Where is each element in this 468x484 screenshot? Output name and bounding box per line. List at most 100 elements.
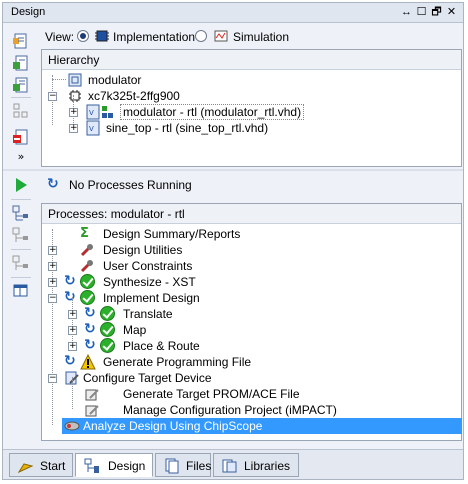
toolbar-separator bbox=[11, 97, 31, 98]
toolbar-separator bbox=[11, 277, 31, 278]
toolbar-separator bbox=[11, 199, 31, 200]
simulation-radio[interactable] bbox=[195, 30, 207, 42]
top-module-icon: V bbox=[86, 104, 113, 120]
svg-text:V: V bbox=[89, 109, 94, 117]
process-place-route[interactable]: + ↻ Place & Route bbox=[42, 338, 442, 354]
float-icon[interactable]: ↔ bbox=[401, 6, 412, 19]
collapse-icon[interactable]: − bbox=[48, 92, 57, 101]
panel-layout-icon[interactable] bbox=[12, 282, 30, 300]
warning-icon bbox=[80, 354, 96, 370]
maximize-icon[interactable]: 🗗 bbox=[431, 6, 442, 19]
process-translate[interactable]: + ↻ Translate bbox=[42, 306, 442, 322]
close-icon[interactable]: ✕ bbox=[446, 6, 457, 19]
expand-icon[interactable]: + bbox=[48, 262, 57, 271]
tree-item-device[interactable]: − xc7k325t-2ffg900 bbox=[42, 88, 442, 104]
processes-panel: Processes: modulator - rtl Σ Design Summ… bbox=[41, 203, 462, 441]
tab-files[interactable]: Files bbox=[155, 453, 211, 477]
process-manage-configuration[interactable]: Manage Configuration Project (iMPACT) bbox=[42, 402, 442, 418]
expand-icon[interactable]: + bbox=[48, 246, 57, 255]
side-toolbar: » bbox=[3, 24, 39, 444]
module-icon: V bbox=[86, 120, 100, 136]
add-copy-source-icon[interactable] bbox=[12, 76, 30, 94]
files-icon bbox=[165, 458, 179, 474]
process-generate-programming-file[interactable]: ↻ Generate Programming File bbox=[42, 354, 442, 370]
process-generate-prom[interactable]: Generate Target PROM/ACE File bbox=[42, 386, 442, 402]
process-status-text: No Processes Running bbox=[69, 178, 192, 192]
device-chip-icon bbox=[69, 90, 81, 102]
tools-icon bbox=[80, 244, 93, 257]
process-synthesize[interactable]: + ↻ Synthesize - XST bbox=[42, 274, 442, 290]
success-check-icon bbox=[100, 322, 115, 337]
rerun-icon: ↻ bbox=[64, 273, 76, 289]
success-check-icon bbox=[80, 290, 95, 305]
svg-text:V: V bbox=[89, 125, 94, 133]
window-controls: ↔ ☐ 🗗 ✕ bbox=[401, 6, 457, 19]
restore-icon[interactable]: ☐ bbox=[416, 6, 427, 19]
tree-item-sine-top[interactable]: + V sine_top - rtl (sine_top_rtl.vhd) bbox=[42, 120, 442, 136]
hierarchy-header: Hierarchy bbox=[42, 50, 461, 70]
success-check-icon bbox=[80, 274, 95, 289]
add-source-icon[interactable] bbox=[12, 54, 30, 72]
new-source-icon[interactable] bbox=[12, 32, 30, 50]
rerun-icon: ↻ bbox=[64, 353, 76, 369]
expand-icon[interactable]: + bbox=[68, 326, 77, 335]
simulation-icon bbox=[214, 30, 228, 42]
panel-tabs: Start Design Files Libraries bbox=[3, 449, 463, 479]
process-configure-target-device[interactable]: − Configure Target Device bbox=[42, 370, 442, 386]
simulation-label[interactable]: Simulation bbox=[233, 30, 289, 44]
hierarchy-panel: Hierarchy modulator − xc7k325t-2ffg900 +… bbox=[41, 49, 462, 167]
expand-icon[interactable]: + bbox=[69, 124, 78, 133]
rerun-icon: ↻ bbox=[84, 337, 96, 353]
process-implement-design[interactable]: − ↻ Implement Design bbox=[42, 290, 442, 306]
tab-libraries[interactable]: Libraries bbox=[213, 453, 299, 477]
collapse-icon[interactable]: − bbox=[48, 294, 57, 303]
design-panel: Design ↔ ☐ 🗗 ✕ » View: Implementation Si… bbox=[2, 2, 464, 480]
chipscope-icon bbox=[64, 421, 80, 431]
processes-header: Processes: modulator - rtl bbox=[42, 204, 461, 224]
start-icon bbox=[18, 463, 34, 474]
project-icon bbox=[68, 73, 82, 87]
process-design-utilities[interactable]: + Design Utilities bbox=[42, 242, 442, 258]
tree-item-modulator[interactable]: modulator bbox=[42, 72, 442, 88]
process-status: ↻ No Processes Running bbox=[41, 175, 461, 195]
tools-icon bbox=[80, 260, 93, 273]
panel-title: Design bbox=[11, 6, 46, 18]
refresh-icon: ↻ bbox=[47, 176, 59, 192]
impact-icon bbox=[85, 405, 99, 417]
process-map[interactable]: + ↻ Map bbox=[42, 322, 442, 338]
expand-icon[interactable]: + bbox=[69, 108, 78, 117]
rerun-icon: ↻ bbox=[84, 321, 96, 337]
process-analyze-chipscope[interactable]: Analyze Design Using ChipScope bbox=[42, 418, 462, 434]
expand-icon[interactable]: + bbox=[68, 342, 77, 351]
process-design-summary[interactable]: Σ Design Summary/Reports bbox=[42, 226, 442, 242]
expand-tree-icon[interactable] bbox=[12, 205, 30, 223]
collapse-tree-icon[interactable] bbox=[12, 227, 30, 245]
success-check-icon bbox=[100, 338, 115, 353]
libraries-icon bbox=[222, 459, 237, 473]
hierarchy-icon[interactable] bbox=[12, 102, 30, 120]
remove-source-icon[interactable] bbox=[12, 128, 30, 146]
chip-icon bbox=[95, 30, 109, 42]
implementation-radio[interactable] bbox=[77, 30, 89, 42]
view-label: View: bbox=[45, 30, 75, 44]
design-tab-icon bbox=[84, 458, 99, 473]
prom-icon bbox=[85, 389, 99, 401]
success-check-icon bbox=[100, 306, 115, 321]
tab-design[interactable]: Design bbox=[75, 453, 153, 477]
chevron-down-icon[interactable]: » bbox=[12, 150, 30, 168]
expand-icon[interactable]: + bbox=[68, 310, 77, 319]
rerun-icon: ↻ bbox=[84, 305, 96, 321]
splitter[interactable] bbox=[3, 169, 463, 171]
process-user-constraints[interactable]: + User Constraints bbox=[42, 258, 442, 274]
run-icon[interactable] bbox=[12, 176, 30, 194]
collapse-icon[interactable]: − bbox=[48, 374, 57, 383]
toolbar-separator bbox=[11, 249, 31, 250]
tab-start[interactable]: Start bbox=[9, 453, 73, 477]
tree-options-icon[interactable] bbox=[12, 255, 30, 273]
implementation-label[interactable]: Implementation bbox=[113, 30, 195, 44]
sigma-icon: Σ bbox=[80, 226, 89, 241]
expand-icon[interactable]: + bbox=[48, 278, 57, 287]
tree-item-modulator-rtl[interactable]: + V modulator - rtl (modulator_rtl.vhd) bbox=[42, 104, 442, 120]
view-selector: View: Implementation Simulation bbox=[41, 25, 461, 47]
panel-titlebar: Design ↔ ☐ 🗗 ✕ bbox=[3, 3, 463, 23]
